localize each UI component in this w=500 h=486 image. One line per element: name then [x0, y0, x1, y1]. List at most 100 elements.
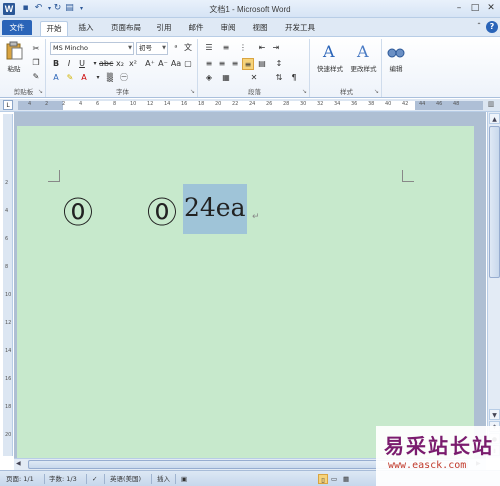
- tab-view[interactable]: 视图: [248, 21, 272, 36]
- font-launcher-icon[interactable]: ↘: [190, 88, 195, 95]
- line-spacing-icon[interactable]: ↕: [273, 58, 285, 70]
- print-layout-view-icon[interactable]: ▯: [318, 474, 328, 484]
- change-case-icon[interactable]: Aa: [170, 58, 182, 70]
- tab-developer[interactable]: 开发工具: [280, 21, 320, 36]
- watermark-site-name: 易采站长站: [384, 434, 494, 458]
- align-right-icon[interactable]: ≡: [229, 58, 241, 70]
- italic-icon[interactable]: I: [63, 58, 75, 70]
- multilevel-list-icon[interactable]: ⋮: [237, 42, 249, 54]
- scroll-left-icon[interactable]: ◀: [16, 460, 21, 467]
- change-styles-label: 更改样式: [350, 65, 377, 73]
- tab-page-layout[interactable]: 页面布局: [106, 21, 146, 36]
- ruler-number: 30: [300, 101, 307, 107]
- horizontal-ruler[interactable]: L 4 2 2 4 6 8 10 12 14 16 18 20 22 24 26 28 30 32 34 36 38 40…: [0, 99, 500, 112]
- grow-font-icon[interactable]: A⁺: [144, 58, 156, 70]
- status-words[interactable]: 字数: 1/3: [49, 474, 77, 484]
- strikethrough-icon[interactable]: abc: [99, 58, 113, 70]
- title-bar: W ▪ ↶ ▾ ↻ ▤ ▾ 文档1 - Microsoft Word – □ ✕: [0, 0, 500, 18]
- distributed-icon[interactable]: ▤: [256, 58, 268, 70]
- superscript-icon[interactable]: x²: [127, 58, 139, 70]
- show-marks-icon[interactable]: ¶: [288, 72, 300, 84]
- full-screen-view-icon[interactable]: ▭: [331, 474, 337, 484]
- shading-icon[interactable]: ◈: [203, 72, 215, 84]
- status-page[interactable]: 页面: 1/1: [6, 474, 34, 484]
- editing-button[interactable]: 编辑: [386, 41, 406, 73]
- font-color-icon[interactable]: A: [78, 72, 90, 84]
- justify-icon[interactable]: ≡: [242, 58, 254, 70]
- proofing-icon[interactable]: ✓: [92, 474, 97, 484]
- bullets-icon[interactable]: ☰: [203, 42, 215, 54]
- binoculars-icon: [387, 48, 405, 58]
- vertical-ruler-number: 4: [5, 208, 9, 214]
- font-name-dropdown[interactable]: MS Mincho ▼: [50, 42, 134, 55]
- tab-review[interactable]: 审阅: [216, 21, 240, 36]
- chinese-layout-icon[interactable]: ✕: [248, 72, 260, 84]
- ruler-number: 2: [62, 101, 66, 107]
- ribbon: 粘贴 ✂ ❐ ✎ 剪贴板 ↘ MS Mincho ▼ 初号 ▼ ᵃ 文 B I …: [0, 36, 500, 98]
- ruler-left-margin: [18, 101, 63, 110]
- align-left-icon[interactable]: ≡: [203, 58, 215, 70]
- increase-indent-icon[interactable]: ⇥: [270, 42, 282, 54]
- char-border-icon[interactable]: ▢: [182, 58, 194, 70]
- numbering-icon[interactable]: ≡: [220, 42, 232, 54]
- underline-icon[interactable]: U: [76, 58, 88, 70]
- ribbon-minimize-icon[interactable]: ⌃: [474, 21, 484, 31]
- clear-format-icon[interactable]: 文: [182, 42, 194, 54]
- shrink-font-icon[interactable]: A⁻: [157, 58, 169, 70]
- sort-icon[interactable]: ⇅: [273, 72, 285, 84]
- close-icon[interactable]: ✕: [484, 2, 498, 14]
- decrease-indent-icon[interactable]: ⇤: [256, 42, 268, 54]
- styles-launcher-icon[interactable]: ↘: [374, 88, 379, 95]
- tab-mailings[interactable]: 邮件: [184, 21, 208, 36]
- status-language[interactable]: 英语(美国): [110, 474, 141, 484]
- status-separator: [151, 474, 152, 484]
- status-mode[interactable]: 插入: [157, 474, 170, 484]
- font-group-label: 字体: [116, 88, 129, 96]
- styles-group-label: 样式: [340, 88, 353, 96]
- paste-button[interactable]: 粘贴: [4, 41, 24, 73]
- highlight-icon[interactable]: ✎: [64, 72, 76, 84]
- ruler-number: 24: [249, 101, 256, 107]
- bold-icon[interactable]: B: [50, 58, 62, 70]
- tab-home[interactable]: 开始: [40, 21, 68, 36]
- paragraph-launcher-icon[interactable]: ↘: [302, 88, 307, 95]
- macro-record-icon[interactable]: ▣: [181, 474, 187, 484]
- minimize-icon[interactable]: –: [452, 2, 466, 14]
- tab-file[interactable]: 文件: [2, 20, 32, 35]
- align-center-icon[interactable]: ≡: [216, 58, 228, 70]
- change-styles-button[interactable]: A 更改样式: [347, 41, 380, 73]
- quick-styles-button[interactable]: A 快速样式: [314, 41, 346, 73]
- cut-icon[interactable]: ✂: [30, 43, 42, 55]
- status-separator: [104, 474, 105, 484]
- borders-icon[interactable]: ▦: [220, 72, 232, 84]
- subscript-icon[interactable]: x₂: [114, 58, 126, 70]
- scroll-up-icon[interactable]: ▲: [489, 113, 500, 124]
- svg-text:A: A: [322, 42, 335, 61]
- tab-references[interactable]: 引用: [152, 21, 176, 36]
- circled-zero-1: ⓪: [63, 196, 93, 231]
- char-shading-icon[interactable]: ▒: [104, 72, 116, 84]
- phonetic-guide-icon[interactable]: ᵃ: [170, 42, 182, 54]
- maximize-icon[interactable]: □: [468, 2, 482, 14]
- tab-selector-icon[interactable]: L: [3, 100, 13, 110]
- font-color-dropdown-icon[interactable]: ▾: [92, 72, 104, 84]
- tab-insert[interactable]: 插入: [74, 21, 98, 36]
- enclose-char-icon[interactable]: ㊀: [118, 72, 130, 84]
- vertical-ruler-number: 6: [5, 236, 9, 242]
- ruler-number: 38: [368, 101, 375, 107]
- ruler-number: 6: [96, 101, 100, 107]
- vertical-scroll-thumb[interactable]: [489, 126, 500, 278]
- font-size-dropdown[interactable]: 初号 ▼: [136, 42, 168, 55]
- copy-icon[interactable]: ❐: [30, 57, 42, 69]
- window-title: 文档1 - Microsoft Word: [209, 5, 291, 14]
- scroll-down-icon[interactable]: ▼: [489, 409, 500, 420]
- view-ruler-icon[interactable]: ▥: [486, 100, 496, 110]
- format-painter-icon[interactable]: ✎: [30, 71, 42, 83]
- help-icon[interactable]: ?: [486, 21, 498, 33]
- selected-text[interactable]: 24ea: [183, 184, 247, 234]
- text-effect-icon[interactable]: A: [50, 72, 62, 84]
- vertical-scrollbar[interactable]: ▲ ▼ ⇞ ● ⇟: [487, 112, 500, 458]
- clipboard-launcher-icon[interactable]: ↘: [38, 88, 43, 95]
- ruler-number: 26: [266, 101, 273, 107]
- web-layout-view-icon[interactable]: ▦: [343, 474, 349, 484]
